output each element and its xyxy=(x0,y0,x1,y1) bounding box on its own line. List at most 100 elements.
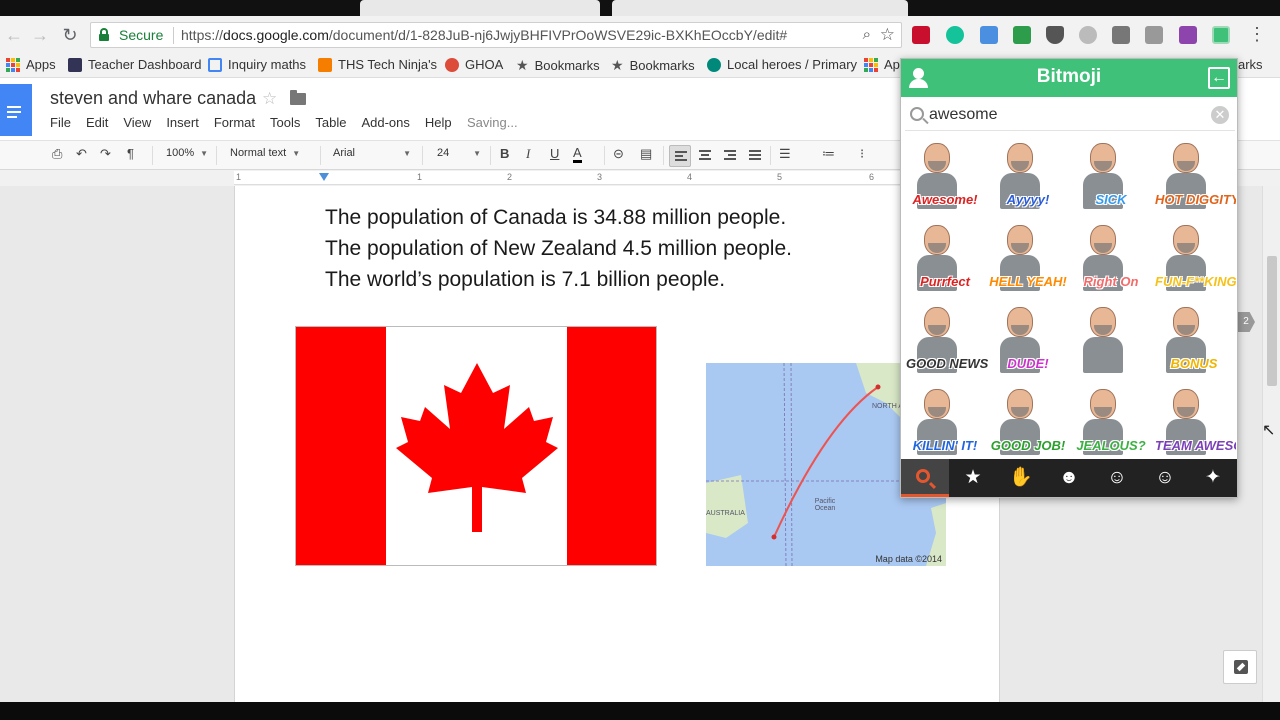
document-title[interactable]: steven and whare canada xyxy=(50,88,256,109)
tab-neutral[interactable]: ☺ xyxy=(1141,459,1189,497)
grammarly-icon[interactable] xyxy=(946,26,964,44)
folder-icon[interactable] xyxy=(290,90,306,105)
bookmark-local-heroes[interactable]: Local heroes / Primary xyxy=(707,57,857,72)
bitmoji-exit-icon[interactable]: ← xyxy=(1208,67,1230,89)
browser-menu-icon[interactable]: ⋮ xyxy=(1248,24,1266,45)
bitmoji-sticker[interactable]: Purrfect xyxy=(904,215,986,295)
font-size-select[interactable]: 24 ▼ xyxy=(437,147,481,159)
explore-button[interactable] xyxy=(1223,650,1257,684)
line-spacing-icon[interactable]: ☰ xyxy=(779,146,791,162)
url-text[interactable]: https://docs.google.com/document/d/1-828… xyxy=(181,27,787,43)
tab-love[interactable]: ☻ xyxy=(1045,459,1093,497)
bitmoji-sticker[interactable]: GOOD JOB! xyxy=(987,379,1069,459)
clear-search-icon[interactable]: ✕ xyxy=(1211,106,1229,124)
bookmark-folder[interactable]: ★ Bookmarks xyxy=(611,57,695,74)
menu-addons[interactable]: Add-ons xyxy=(361,115,409,130)
bitmoji-sticker[interactable]: TEAM AWESOME xyxy=(1153,379,1236,459)
align-left-icon[interactable] xyxy=(669,145,691,167)
font-select[interactable]: Arial ▼ xyxy=(333,147,411,159)
population-canada-line[interactable]: The population of Canada is 34.88 millio… xyxy=(325,206,786,230)
tab-greetings[interactable]: ✋ xyxy=(997,459,1045,497)
bitmoji-sticker[interactable]: JEALOUS? xyxy=(1070,379,1152,459)
extension-icon[interactable] xyxy=(1145,26,1163,44)
bitmoji-sticker[interactable]: HOT DIGGITY xyxy=(1153,133,1236,213)
numbered-list-icon[interactable]: ≔ xyxy=(822,146,835,162)
bitmoji-sticker[interactable]: SICK xyxy=(1070,133,1152,213)
browser-tab[interactable] xyxy=(360,0,600,16)
bookmark-inquiry-maths[interactable]: Inquiry maths xyxy=(208,57,306,72)
bitmoji-sticker[interactable]: FUN-F**KING TASTIC xyxy=(1153,215,1236,295)
zoom-select[interactable]: 100% ▼ xyxy=(166,147,208,159)
bitmoji-sticker[interactable]: KILLIN' IT! xyxy=(904,379,986,459)
extension-icon[interactable] xyxy=(1079,26,1097,44)
justify-icon[interactable] xyxy=(744,145,766,167)
bitmoji-sticker[interactable]: HELL YEAH! xyxy=(987,215,1069,295)
text-color-icon[interactable]: A xyxy=(573,146,582,163)
paint-format-icon[interactable]: ¶ xyxy=(127,146,134,161)
docs-logo-icon[interactable] xyxy=(0,84,32,136)
other-bookmarks[interactable]: arks xyxy=(1238,57,1263,72)
tab-search[interactable] xyxy=(901,459,949,497)
bitmoji-sticker[interactable]: BONUS xyxy=(1153,297,1235,377)
classroom-icon[interactable] xyxy=(1013,26,1031,44)
bookmark-star-icon[interactable]: ☆ xyxy=(880,25,895,45)
reload-icon[interactable]: ↻ xyxy=(60,25,80,45)
menu-view[interactable]: View xyxy=(123,115,151,130)
back-icon[interactable]: ← xyxy=(4,25,24,45)
bulleted-list-icon[interactable]: ⁝ xyxy=(860,146,864,162)
redo-icon[interactable]: ↷ xyxy=(100,146,111,162)
tab-favorites[interactable]: ★ xyxy=(949,459,997,497)
menu-edit[interactable]: Edit xyxy=(86,115,108,130)
population-world-line[interactable]: The world’s population is 7.1 billion pe… xyxy=(325,268,725,292)
document-page[interactable]: The population of Canada is 34.88 millio… xyxy=(234,186,1000,702)
menu-tools[interactable]: Tools xyxy=(270,115,300,130)
extension-icon[interactable] xyxy=(980,26,998,44)
menu-format[interactable]: Format xyxy=(214,115,255,130)
underline-icon[interactable]: U xyxy=(550,146,559,161)
extension-icon[interactable] xyxy=(1179,26,1197,44)
menu-help[interactable]: Help xyxy=(425,115,452,130)
align-right-icon[interactable] xyxy=(719,145,741,167)
pocket-icon[interactable] xyxy=(1046,26,1064,44)
forward-icon[interactable]: → xyxy=(30,25,50,45)
menu-table[interactable]: Table xyxy=(315,115,346,130)
italic-icon[interactable]: I xyxy=(526,146,530,162)
address-bar[interactable]: Secure https://docs.google.com/document/… xyxy=(90,22,902,48)
align-center-icon[interactable] xyxy=(694,145,716,167)
canada-flag-image[interactable] xyxy=(295,326,657,566)
browser-tab[interactable] xyxy=(612,0,908,16)
bitmoji-sticker[interactable]: DUDE! xyxy=(987,297,1069,377)
cast-icon[interactable] xyxy=(1112,26,1130,44)
zoom-icon[interactable]: ⌕ xyxy=(863,26,871,43)
bookmark-apps-2[interactable]: Ap xyxy=(864,57,900,72)
extension-icon[interactable] xyxy=(912,26,930,44)
comment-icon[interactable]: ▤ xyxy=(640,146,652,162)
tab-celebrate[interactable]: ✦ xyxy=(1189,459,1237,497)
bitmoji-sticker[interactable] xyxy=(1070,297,1152,377)
menu-file[interactable]: File xyxy=(50,115,71,130)
menu-insert[interactable]: Insert xyxy=(166,115,199,130)
style-select[interactable]: Normal text ▼ xyxy=(230,147,300,159)
vertical-scrollbar[interactable] xyxy=(1262,186,1280,702)
bookmark-ghoa[interactable]: GHOA xyxy=(445,57,503,72)
bookmark-teacher-dashboard[interactable]: Teacher Dashboard xyxy=(68,57,201,72)
bookmark-folder[interactable]: ★ Bookmarks xyxy=(516,57,600,74)
star-icon[interactable]: ☆ xyxy=(262,89,277,109)
bitmoji-sticker[interactable]: GOOD NEWS xyxy=(904,297,988,377)
ruler[interactable]: 1 1 2 3 4 5 6 xyxy=(234,171,1000,185)
bitmoji-search-input[interactable] xyxy=(929,103,1199,127)
tab-happy[interactable]: ☺ xyxy=(1093,459,1141,497)
indent-marker[interactable] xyxy=(319,173,329,181)
bitmoji-sticker[interactable]: Ayyyy! xyxy=(987,133,1069,213)
bitmoji-sticker[interactable]: Awesome! xyxy=(904,133,986,213)
bold-icon[interactable]: B xyxy=(500,146,509,161)
bitmoji-sticker[interactable]: Right On xyxy=(1070,215,1152,295)
bitmoji-extension-icon[interactable] xyxy=(1212,26,1230,44)
bookmark-ths-tech-ninjas[interactable]: THS Tech Ninja's xyxy=(318,57,437,72)
bookmark-apps[interactable]: Apps xyxy=(6,57,56,72)
scrollbar-thumb[interactable] xyxy=(1267,256,1277,386)
undo-icon[interactable]: ↶ xyxy=(76,146,87,162)
link-icon[interactable]: ⊝ xyxy=(613,146,624,162)
print-icon[interactable]: ⎙ xyxy=(52,146,62,162)
population-nz-line[interactable]: The population of New Zealand 4.5 millio… xyxy=(325,237,792,261)
